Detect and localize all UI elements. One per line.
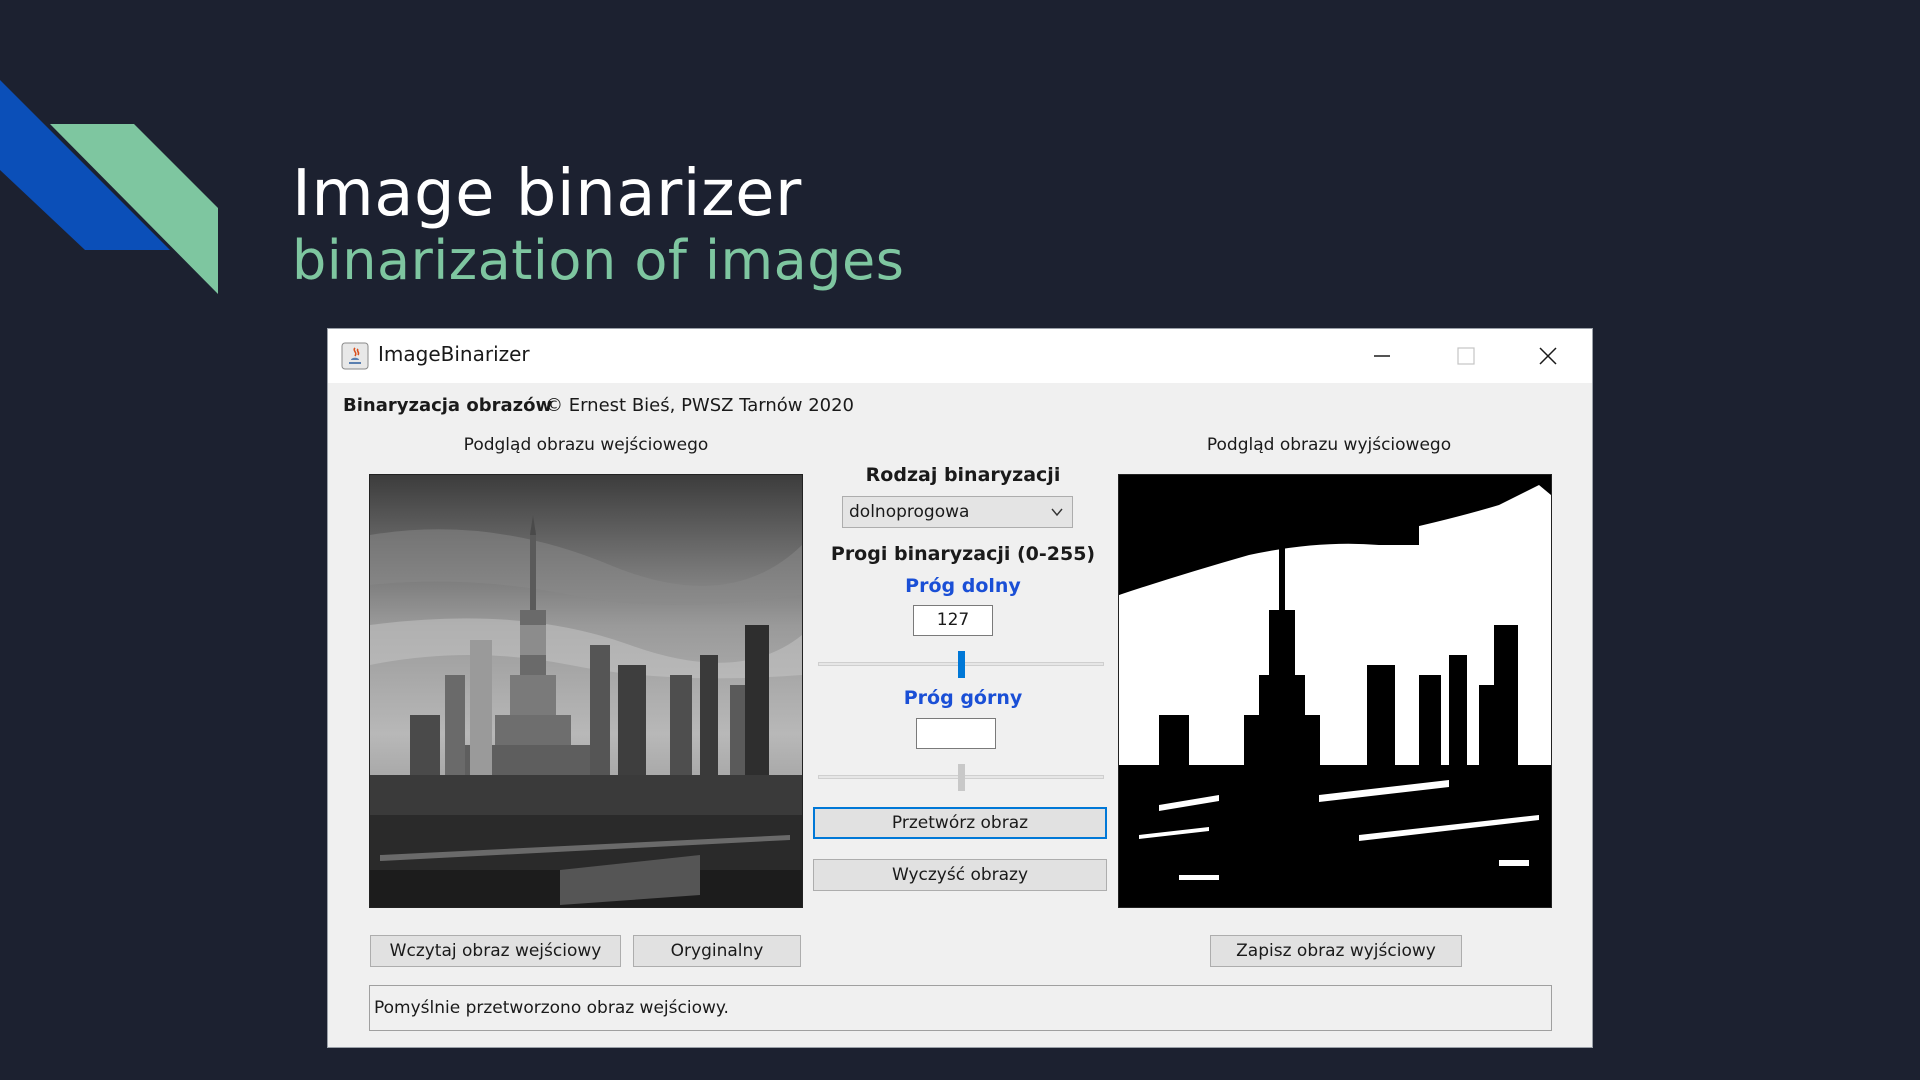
input-preview-caption: Podgląd obrazu wejściowego <box>463 435 709 455</box>
upper-slider-thumb[interactable] <box>958 764 965 791</box>
app-window: ImageBinarizer Binaryzacja obrazów © Ern… <box>327 328 1593 1048</box>
close-icon <box>1539 347 1557 365</box>
output-image-preview <box>1118 474 1552 908</box>
slide-title: Image binarizer <box>292 157 802 231</box>
original-image-button[interactable]: Oryginalny <box>633 935 801 967</box>
upper-threshold-input[interactable] <box>916 718 996 749</box>
binarization-type-label: Rodzaj binaryzacji <box>865 464 1061 486</box>
save-output-image-button[interactable]: Zapisz obraz wyjściowy <box>1210 935 1462 967</box>
maximize-icon <box>1457 347 1475 365</box>
window-titlebar[interactable]: ImageBinarizer <box>328 329 1592 383</box>
close-button[interactable] <box>1508 329 1588 383</box>
maximize-button[interactable] <box>1426 329 1506 383</box>
input-image-preview <box>369 474 803 908</box>
lower-threshold-input[interactable]: 127 <box>913 605 993 636</box>
upper-threshold-slider[interactable] <box>818 760 1104 794</box>
clear-images-button[interactable]: Wyczyść obrazy <box>813 859 1107 891</box>
status-bar: Pomyślnie przetworzono obraz wejściowy. <box>369 985 1552 1031</box>
status-message: Pomyślnie przetworzono obraz wejściowy. <box>374 998 729 1018</box>
input-city-image <box>370 475 802 907</box>
process-image-button[interactable]: Przetwórz obraz <box>813 807 1107 839</box>
minimize-icon <box>1374 355 1390 357</box>
load-input-image-button[interactable]: Wczytaj obraz wejściowy <box>370 935 621 967</box>
window-title: ImageBinarizer <box>378 342 530 366</box>
output-binary-image <box>1119 475 1551 907</box>
lower-threshold-label: Próg dolny <box>905 575 1021 597</box>
credit-label: © Ernest Bieś, PWSZ Tarnów 2020 <box>545 395 854 416</box>
app-name-label: Binaryzacja obrazów <box>343 395 553 416</box>
slide-subtitle: binarization of images <box>292 229 905 292</box>
output-preview-caption: Podgląd obrazu wyjściowego <box>1206 435 1452 455</box>
slide-decoration-icon <box>0 80 218 294</box>
binarization-type-value: dolnoprogowa <box>849 502 970 522</box>
minimize-button[interactable] <box>1342 329 1422 383</box>
chevron-down-icon <box>1051 508 1063 517</box>
java-app-icon <box>341 342 369 370</box>
upper-threshold-label: Próg górny <box>903 687 1023 709</box>
lower-slider-thumb[interactable] <box>958 651 965 678</box>
lower-threshold-slider[interactable] <box>818 647 1104 681</box>
thresholds-label: Progi binaryzacji (0-255) <box>830 543 1096 565</box>
binarization-type-select[interactable]: dolnoprogowa <box>842 496 1073 528</box>
